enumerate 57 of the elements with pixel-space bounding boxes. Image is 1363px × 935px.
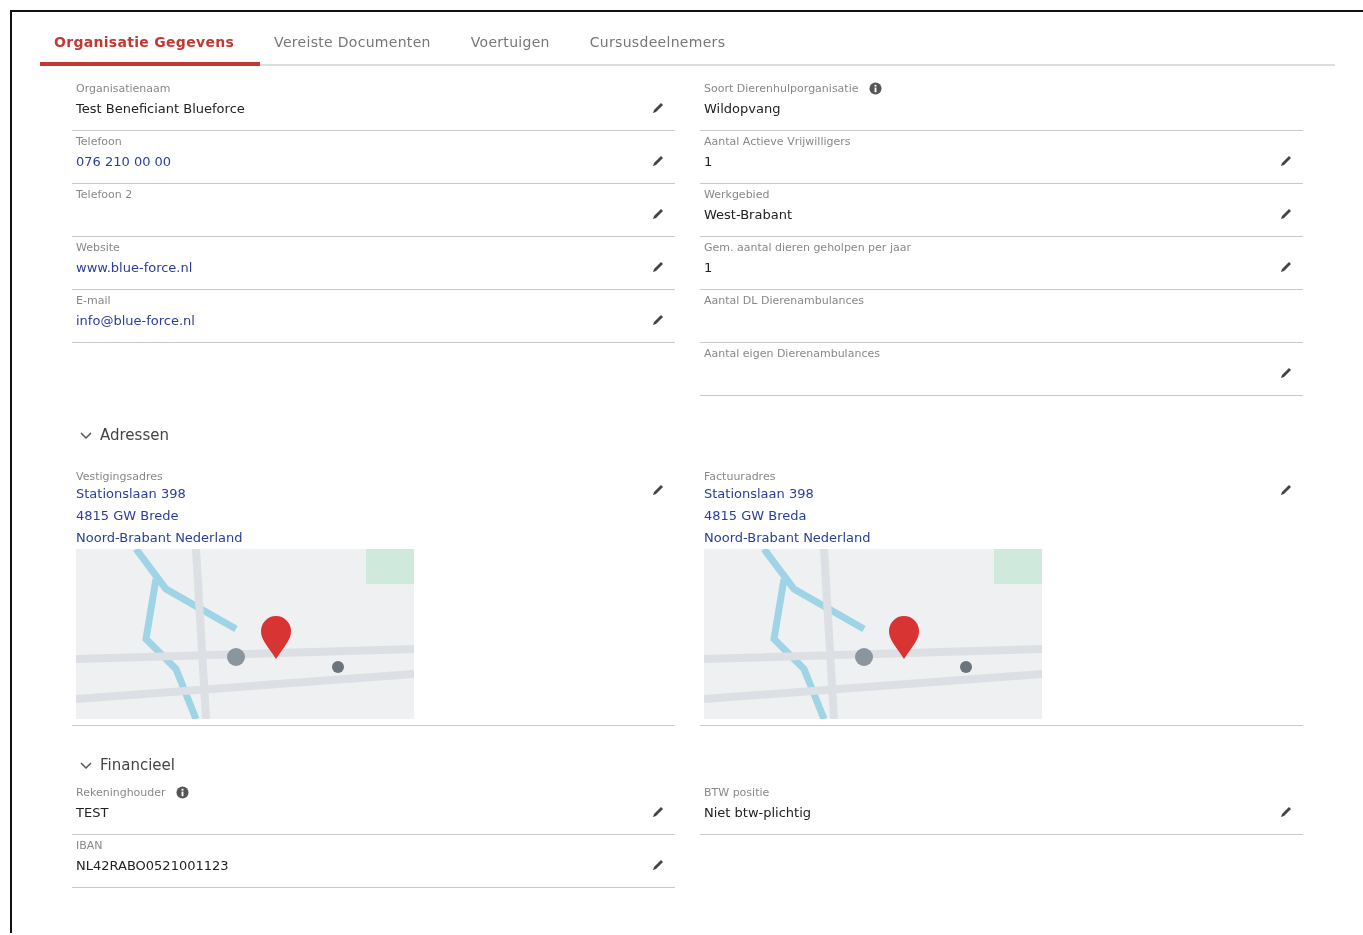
address-link[interactable]: 4815 GW Brede	[76, 505, 243, 527]
field-value: Wildopvang	[704, 100, 781, 116]
address-link[interactable]: Stationslaan 398	[76, 483, 243, 505]
field-label: Rekeninghouder	[76, 786, 166, 799]
pencil-icon[interactable]	[651, 207, 665, 221]
field-value: Test Beneficiant Blueforce	[76, 100, 245, 116]
pencil-icon[interactable]	[651, 313, 665, 327]
pencil-icon[interactable]	[1279, 207, 1293, 221]
address-link[interactable]: Stationslaan 398	[704, 483, 871, 505]
field-link[interactable]: www.blue-force.nl	[76, 259, 193, 275]
field-value: Niet btw-plichtig	[704, 804, 812, 820]
field-value: West-Brabant	[704, 206, 792, 222]
tab[interactable]: Organisatie Gegevens	[40, 28, 261, 66]
tab[interactable]: Vereiste Documenten	[260, 28, 457, 66]
field-label: Werkgebied	[704, 188, 770, 201]
field-link[interactable]: 076 210 00 00	[76, 153, 172, 169]
field-label: Telefoon	[76, 135, 122, 148]
pencil-icon[interactable]	[651, 483, 665, 497]
field-label: Telefoon 2	[76, 188, 133, 201]
field-label: Organisatienaam	[76, 82, 171, 95]
section-header[interactable]: Financieel	[100, 756, 175, 774]
pencil-icon[interactable]	[1279, 366, 1293, 380]
pencil-icon[interactable]	[1279, 805, 1293, 819]
tab[interactable]: Voertuigen	[456, 28, 576, 66]
pencil-icon[interactable]	[651, 101, 665, 115]
info-icon[interactable]	[868, 82, 882, 95]
address-link[interactable]: Noord-Brabant Nederland	[704, 527, 871, 549]
field-label: Soort Dierenhulporganisatie	[704, 82, 859, 95]
field-label: Factuuradres	[704, 470, 777, 483]
field-label: Aantal eigen Dierenambulances	[704, 347, 880, 360]
chevron-icon[interactable]	[80, 759, 92, 771]
pencil-icon[interactable]	[651, 260, 665, 274]
field-value: 1	[704, 153, 713, 169]
chevron-icon[interactable]	[80, 429, 92, 441]
pencil-icon[interactable]	[651, 858, 665, 872]
field-value: 1	[704, 259, 713, 275]
pencil-icon[interactable]	[1279, 154, 1293, 168]
field-label: BTW positie	[704, 786, 770, 799]
field-label: Website	[76, 241, 120, 254]
address-link[interactable]: Noord-Brabant Nederland	[76, 527, 243, 549]
pencil-icon[interactable]	[1279, 483, 1293, 497]
pencil-icon[interactable]	[651, 154, 665, 168]
field-label: E-mail	[76, 294, 111, 307]
tab[interactable]: Cursusdeelnemers	[575, 28, 752, 66]
field-link[interactable]: info@blue-force.nl	[76, 312, 195, 328]
address-link[interactable]: 4815 GW Breda	[704, 505, 871, 527]
field-label: Gem. aantal dieren geholpen per jaar	[704, 241, 911, 254]
field-label: Aantal Actieve Vrijwilligers	[704, 135, 851, 148]
field-label: IBAN	[76, 839, 103, 852]
section-header[interactable]: Adressen	[100, 426, 169, 444]
field-label: Aantal DL Dierenambulances	[704, 294, 864, 307]
info-icon[interactable]	[175, 786, 189, 799]
pencil-icon[interactable]	[651, 805, 665, 819]
field-value: TEST	[76, 804, 109, 820]
field-label: Vestigingsadres	[76, 470, 164, 483]
field-value: NL42RABO0521001123	[76, 857, 229, 873]
pencil-icon[interactable]	[1279, 260, 1293, 274]
